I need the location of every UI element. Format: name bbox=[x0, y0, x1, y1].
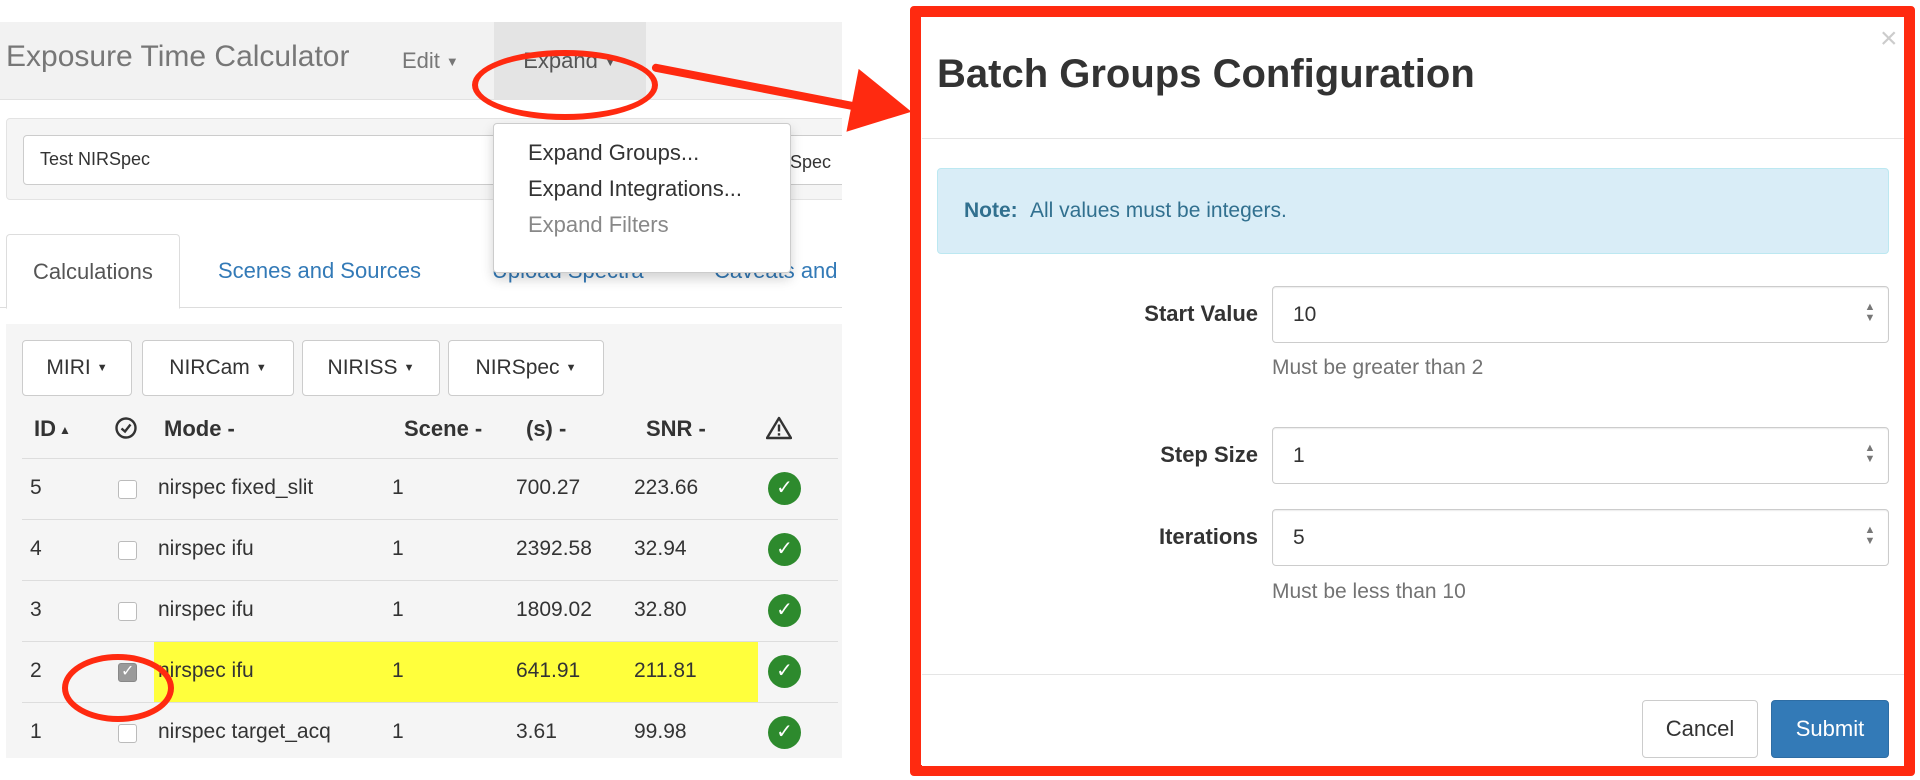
miri-filter-button[interactable]: MIRI ▼ bbox=[22, 340, 132, 396]
modal-title: Batch Groups Configuration bbox=[937, 52, 1475, 96]
caret-down-icon: ▼ bbox=[255, 362, 267, 375]
nircam-label: NIRCam bbox=[169, 356, 250, 379]
step-size-label: Step Size bbox=[1160, 442, 1258, 467]
annotation-arrow-head bbox=[846, 68, 918, 144]
col-header-id[interactable]: ID ▲ bbox=[34, 416, 71, 442]
col-header-id-label: ID bbox=[34, 416, 56, 441]
table-row[interactable]: 4 nirspec ifu 1 2392.58 32.94 ✓ bbox=[22, 519, 838, 580]
row-select-checkbox[interactable] bbox=[118, 602, 137, 621]
caret-down-icon: ▼ bbox=[403, 362, 415, 375]
start-value-label: Start Value bbox=[1144, 301, 1258, 326]
sort-asc-icon: ▲ bbox=[59, 423, 71, 438]
app-title: Exposure Time Calculator bbox=[6, 40, 350, 73]
col-header-scene[interactable]: Scene - bbox=[404, 416, 482, 442]
nirspec-filter-button[interactable]: NIRSpec ▼ bbox=[448, 340, 604, 396]
cell-snr: 223.66 bbox=[634, 476, 699, 499]
tab-scenes-and-sources[interactable]: Scenes and Sources bbox=[218, 234, 421, 308]
cell-time: 1809.02 bbox=[516, 598, 592, 621]
check-circle-icon: ✓ bbox=[768, 655, 801, 688]
cell-scene: 1 bbox=[392, 598, 404, 621]
caret-down-icon: ▼ bbox=[565, 362, 577, 375]
start-value-input[interactable] bbox=[1272, 286, 1889, 343]
start-value-help: Must be greater than 2 bbox=[1272, 356, 1484, 379]
row-select-checkbox[interactable] bbox=[118, 480, 137, 499]
col-header-mode[interactable]: Mode - bbox=[164, 416, 235, 442]
submit-button[interactable]: Submit bbox=[1771, 700, 1889, 758]
modal-header-divider bbox=[922, 138, 1904, 139]
cell-id: 5 bbox=[30, 476, 42, 499]
cell-mode: nirspec fixed_slit bbox=[158, 476, 314, 499]
navbar: Exposure Time Calculator Edit ▼ Expand ▼ bbox=[0, 22, 842, 100]
cell-mode: nirspec ifu bbox=[158, 537, 254, 560]
tab-calculations[interactable]: Calculations bbox=[6, 234, 180, 309]
cell-scene: 1 bbox=[392, 659, 404, 682]
note-text: All values must be integers. bbox=[1030, 199, 1287, 222]
check-circle-icon: ✓ bbox=[768, 594, 801, 627]
workbook-name-value: Test NIRSpec bbox=[40, 149, 151, 169]
menu-item-expand-groups[interactable]: Expand Groups... bbox=[528, 140, 699, 166]
warning-icon bbox=[765, 416, 793, 440]
cell-id: 1 bbox=[30, 720, 42, 743]
edit-menu[interactable]: Edit ▼ bbox=[388, 22, 473, 100]
col-header-time[interactable]: (s) - bbox=[526, 416, 566, 442]
nirspec-label: NIRSpec bbox=[475, 356, 560, 379]
row-select-checkbox[interactable] bbox=[118, 541, 137, 560]
modal-footer-divider bbox=[922, 674, 1904, 675]
cell-scene: 1 bbox=[392, 720, 404, 743]
caret-down-icon: ▼ bbox=[96, 362, 108, 375]
cell-mode: nirspec target_acq bbox=[158, 720, 331, 743]
cancel-button[interactable]: Cancel bbox=[1642, 700, 1758, 758]
cell-id: 4 bbox=[30, 537, 42, 560]
col-header-warnings bbox=[765, 416, 793, 446]
info-note: Note: All values must be integers. bbox=[937, 168, 1889, 254]
check-circle-icon: ✓ bbox=[768, 716, 801, 749]
check-circle-icon: ✓ bbox=[768, 533, 801, 566]
cell-time: 700.27 bbox=[516, 476, 581, 499]
check-circle-outline-icon bbox=[115, 417, 137, 439]
annotation-circle-expand bbox=[472, 50, 658, 120]
spinner-icon[interactable]: ▲ ▼ bbox=[1863, 443, 1877, 465]
cell-snr: 99.98 bbox=[634, 720, 687, 743]
col-header-snr[interactable]: SNR - bbox=[646, 416, 706, 442]
spinner-icon[interactable]: ▲ ▼ bbox=[1863, 525, 1877, 547]
iterations-label: Iterations bbox=[1158, 524, 1258, 549]
niriss-filter-button[interactable]: NIRISS ▼ bbox=[302, 340, 440, 396]
nircam-filter-button[interactable]: NIRCam ▼ bbox=[142, 340, 294, 396]
cell-scene: 1 bbox=[392, 537, 404, 560]
cell-time: 3.61 bbox=[516, 720, 557, 743]
expand-dropdown-menu: Expand Groups... Expand Integrations... … bbox=[493, 123, 791, 273]
cell-id: 2 bbox=[30, 659, 42, 682]
cell-snr: 32.80 bbox=[634, 598, 687, 621]
close-icon[interactable]: × bbox=[1880, 22, 1898, 56]
cell-time: 641.91 bbox=[516, 659, 581, 682]
iterations-input[interactable] bbox=[1272, 509, 1889, 566]
note-label: Note: bbox=[964, 199, 1018, 222]
cell-snr: 32.94 bbox=[634, 537, 687, 560]
spinner-icon[interactable]: ▲ ▼ bbox=[1863, 302, 1877, 324]
workbook-name-tail: Spec bbox=[790, 152, 832, 172]
table-row[interactable]: 3 nirspec ifu 1 1809.02 32.80 ✓ bbox=[22, 580, 838, 641]
etc-app: Exposure Time Calculator Edit ▼ Expand ▼ T… bbox=[0, 22, 842, 758]
cell-mode: nirspec ifu bbox=[158, 598, 254, 621]
col-header-select bbox=[114, 416, 138, 446]
annotation-circle-checkbox bbox=[62, 654, 174, 722]
niriss-label: NIRISS bbox=[327, 356, 398, 379]
menu-item-expand-integrations[interactable]: Expand Integrations... bbox=[528, 176, 742, 202]
row-select-checkbox[interactable] bbox=[118, 724, 137, 743]
cell-id: 3 bbox=[30, 598, 42, 621]
table-row[interactable]: 5 nirspec fixed_slit 1 700.27 223.66 ✓ bbox=[22, 458, 838, 519]
edit-menu-label: Edit bbox=[402, 48, 440, 73]
iterations-help: Must be less than 10 bbox=[1272, 580, 1466, 603]
step-size-input[interactable] bbox=[1272, 427, 1889, 484]
check-circle-icon: ✓ bbox=[768, 472, 801, 505]
miri-label: MIRI bbox=[46, 356, 91, 379]
caret-down-icon: ▼ bbox=[445, 54, 459, 70]
cell-time: 2392.58 bbox=[516, 537, 592, 560]
batch-groups-modal: × Batch Groups Configuration Note: All v… bbox=[922, 18, 1904, 766]
cell-snr: 211.81 bbox=[634, 659, 697, 682]
cell-scene: 1 bbox=[392, 476, 404, 499]
menu-item-expand-filters: Expand Filters bbox=[528, 212, 669, 237]
